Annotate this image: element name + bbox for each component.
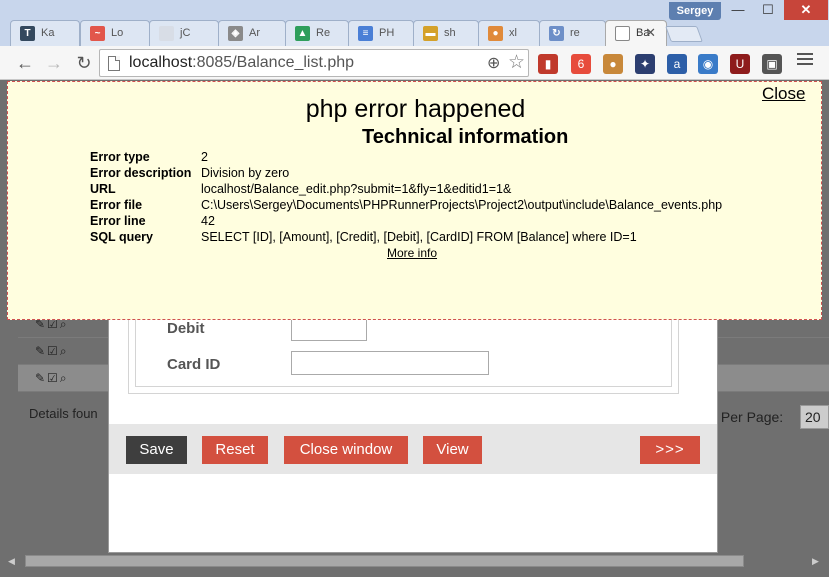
close-window-dialog-button[interactable]: Close window [284, 436, 408, 464]
close-window-button[interactable]: ✕ [784, 0, 828, 20]
url-text[interactable]: localhost:8085/Balance_list.php [129, 54, 354, 72]
amazon-extension-icon[interactable]: a [667, 54, 687, 74]
tab-favicon-icon [615, 26, 630, 41]
error-key: Error file [90, 198, 143, 212]
error-value: Division by zero [201, 166, 290, 180]
tab-favicon-icon: ≡ [358, 26, 373, 41]
error-subtitle: Technical information [362, 126, 569, 148]
browser-tab[interactable]: T Ka [10, 20, 80, 46]
dialog-button-bar: Save Reset Close window View >>> [109, 424, 717, 474]
records-per-page-select[interactable]: 20 [800, 405, 829, 429]
cookie-extension-icon[interactable]: ● [603, 54, 623, 74]
browser-tab[interactable]: Ba ✕ [605, 20, 667, 47]
save-button[interactable]: Save [126, 436, 187, 464]
error-title: php error happened [305, 95, 526, 123]
rocket-extension-icon[interactable]: 6 [571, 54, 591, 74]
card-id-input[interactable] [291, 351, 489, 375]
error-value: 42 [201, 214, 215, 228]
view-button[interactable]: View [423, 436, 482, 464]
row-action-icons[interactable]: ✎☑⌕ [35, 344, 69, 359]
error-value: 2 [201, 150, 208, 164]
tab-label: Ka [41, 27, 55, 39]
browser-tab[interactable]: ◈ Ar [218, 20, 286, 46]
tab-favicon-icon: ▲ [295, 26, 310, 41]
ublock-extension-icon[interactable]: U [730, 54, 750, 74]
horizontal-scrollbar[interactable]: ◀ ▶ [8, 553, 822, 569]
card-id-label: Card ID [167, 356, 221, 373]
error-key: SQL query [90, 230, 153, 244]
tab-favicon-icon: ▬ [423, 26, 438, 41]
profile-badge[interactable]: Sergey [669, 2, 721, 20]
tab-favicon-icon [159, 26, 174, 41]
browser-tab[interactable]: ≡ PH [348, 20, 414, 46]
browser-titlebar: Sergey — ☐ ✕ T Ka ~ Lo jC ◈ Ar ▲ Re ≡ PH ▬ sh ● xl ↻ re B… [0, 0, 829, 47]
new-tab-button[interactable] [665, 26, 703, 42]
browser-tab[interactable]: jC [149, 20, 219, 46]
tab-label: sh [444, 27, 456, 39]
bookmark-star-icon[interactable]: ☆ [508, 51, 525, 74]
back-button[interactable]: ← [14, 52, 36, 74]
maximize-button[interactable]: ☐ [754, 0, 782, 20]
browser-tab[interactable]: ● xl [478, 20, 540, 46]
php-error-panel: Close php error happened Technical infor… [7, 81, 822, 320]
browser-tab[interactable]: ↻ re [539, 20, 606, 46]
book-extension-icon[interactable]: ▮ [538, 54, 558, 74]
tab-label: xl [509, 27, 517, 39]
scroll-right-arrow-icon[interactable]: ▶ [812, 556, 819, 567]
zoom-icon[interactable]: ⊕ [487, 53, 500, 73]
scroll-left-arrow-icon[interactable]: ◀ [8, 556, 15, 567]
url-path: :8085/Balance_list.php [192, 54, 355, 71]
spider-extension-icon[interactable]: ✦ [635, 54, 655, 74]
error-key: Error line [90, 214, 146, 228]
tab-close-icon[interactable]: ✕ [645, 25, 656, 41]
browser-tab[interactable]: ▬ sh [413, 20, 479, 46]
globe-extension-icon[interactable]: ◉ [698, 54, 718, 74]
records-per-page-label: s Per Page: [710, 409, 784, 425]
error-value: C:\Users\Sergey\Documents\PHPRunnerProje… [201, 198, 723, 212]
more-info-link[interactable]: More info [387, 246, 437, 260]
browser-tab[interactable]: ~ Lo [80, 20, 150, 46]
tab-label: PH [379, 27, 395, 39]
error-value: SELECT [ID], [Amount], [Credit], [Debit]… [201, 230, 637, 244]
scrollbar-thumb[interactable] [25, 555, 744, 567]
reset-button[interactable]: Reset [202, 436, 268, 464]
plug-extension-icon[interactable]: ▣ [762, 54, 782, 74]
details-found-text: Details foun [29, 406, 98, 421]
error-key: URL [90, 182, 116, 196]
tab-label: Ar [249, 27, 260, 39]
address-bar[interactable]: localhost:8085/Balance_list.php ⊕ ☆ [99, 49, 529, 77]
next-record-button[interactable]: >>> [640, 436, 700, 464]
tab-favicon-icon: ~ [90, 26, 105, 41]
reload-button[interactable]: ↻ [73, 52, 95, 74]
tab-label: jC [180, 27, 191, 39]
tab-label: re [570, 27, 580, 39]
row-action-icons[interactable]: ✎☑⌕ [35, 371, 69, 386]
tab-favicon-icon: ↻ [549, 26, 564, 41]
edit-dialog: Debit Card ID Save Reset Close window Vi… [108, 301, 718, 553]
minimize-button[interactable]: — [724, 0, 752, 20]
tab-favicon-icon: T [20, 26, 35, 41]
forward-button[interactable]: → [43, 52, 65, 74]
tab-favicon-icon: ● [488, 26, 503, 41]
browser-toolbar: ← → ↻ localhost:8085/Balance_list.php ⊕ … [0, 46, 829, 80]
debit-input[interactable] [291, 317, 367, 341]
browser-tab[interactable]: ▲ Re [285, 20, 349, 46]
error-value: localhost/Balance_edit.php?submit=1&fly=… [201, 182, 512, 196]
chrome-menu-icon[interactable] [797, 53, 813, 68]
tab-favicon-icon: ◈ [228, 26, 243, 41]
debit-label: Debit [167, 320, 205, 337]
tab-label: Lo [111, 27, 124, 39]
tab-label: Re [316, 27, 331, 39]
error-key: Error type [90, 150, 150, 164]
page-icon [108, 56, 120, 71]
error-key: Error description [90, 166, 192, 180]
url-host: localhost [129, 54, 193, 71]
